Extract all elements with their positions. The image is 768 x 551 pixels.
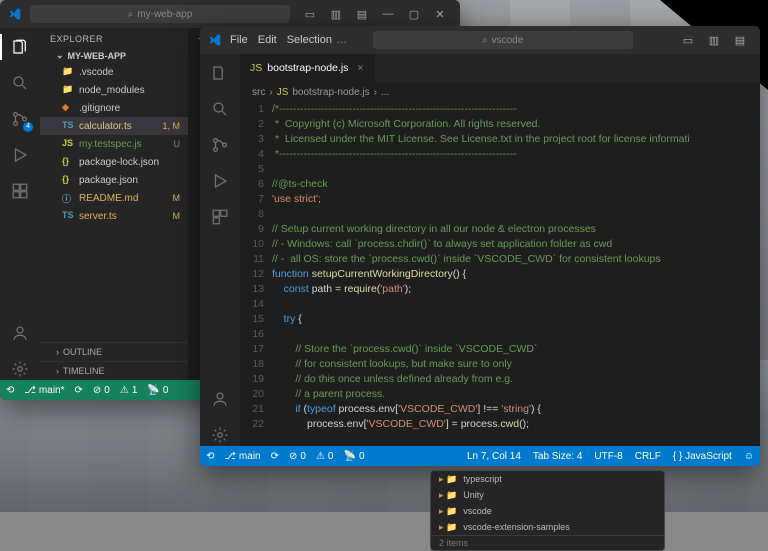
minimize-icon[interactable]: — <box>376 4 400 24</box>
list-item[interactable]: ▸ 📁Unity <box>431 487 664 503</box>
ports-indicator[interactable]: 📡 0 <box>147 385 168 396</box>
status-bar-2: ⟲ ⎇ main ⟳ ⊘ 0 ⚠ 0 📡 0 Ln 7, Col 14 Tab … <box>200 446 760 466</box>
maximize-icon[interactable]: ▢ <box>402 4 426 24</box>
breadcrumb[interactable]: src› JSbootstrap-node.js› ... <box>240 82 760 102</box>
layout-icon[interactable]: ▭ <box>676 30 700 50</box>
file-row[interactable]: TSserver.tsM <box>40 207 188 225</box>
debug-icon[interactable] <box>209 170 231 192</box>
popup-footer: 2 items <box>431 535 664 550</box>
vscode-icon <box>208 33 222 47</box>
menu-bar: File Edit Selection <box>230 34 332 46</box>
list-item[interactable]: ▸ 📁vscode-extension-samples <box>431 519 664 535</box>
file-row[interactable]: 📁.vscode <box>40 63 188 81</box>
scm-icon[interactable] <box>209 134 231 156</box>
layout-icon[interactable]: ▭ <box>298 4 322 24</box>
eol[interactable]: CRLF <box>635 451 661 462</box>
titlebar-1: ⌕my-web-app ▭ ▥ ▤ — ▢ ✕ <box>0 0 460 28</box>
menu-item[interactable]: File <box>230 34 248 46</box>
extensions-icon[interactable] <box>9 180 31 202</box>
titlebar-2: FileEditSelection … ⌕vscode ▭ ▥ ▤ <box>200 26 760 54</box>
explorer-icon[interactable] <box>209 62 231 84</box>
sync-indicator[interactable]: ⟳ <box>271 451 279 462</box>
encoding[interactable]: UTF-8 <box>594 451 622 462</box>
extensions-icon[interactable] <box>209 206 231 228</box>
vscode-icon <box>8 7 22 21</box>
layout-icon[interactable]: ▥ <box>324 4 348 24</box>
command-center-2[interactable]: ⌕vscode <box>373 31 633 49</box>
activity-bar-1: 4 <box>0 28 40 380</box>
close-icon[interactable]: ✕ <box>428 4 452 24</box>
language-mode[interactable]: { } JavaScript <box>673 451 732 462</box>
layout-icon[interactable]: ▥ <box>702 30 726 50</box>
editor-area-2: JSbootstrap-node.js× src› JSbootstrap-no… <box>240 54 760 446</box>
close-icon[interactable]: × <box>357 62 363 74</box>
branch-indicator[interactable]: ⎇ main <box>224 451 260 462</box>
layout-icon[interactable]: ▤ <box>350 4 374 24</box>
account-icon[interactable] <box>209 388 231 410</box>
file-row[interactable]: JSmy.testspec.jsU <box>40 135 188 153</box>
layout-icon[interactable]: ▤ <box>728 30 752 50</box>
scm-icon[interactable]: 4 <box>9 108 31 130</box>
warnings-indicator[interactable]: ⚠ 1 <box>120 385 138 396</box>
gear-icon[interactable] <box>209 424 231 446</box>
debug-icon[interactable] <box>9 144 31 166</box>
account-icon[interactable] <box>9 322 31 344</box>
errors-indicator[interactable]: ⊘ 0 <box>289 451 306 462</box>
list-item[interactable]: ▸ 📁vscode <box>431 503 664 519</box>
file-row[interactable]: ⓘREADME.mdM <box>40 189 188 207</box>
errors-indicator[interactable]: ⊘ 0 <box>93 385 110 396</box>
gutter: 12345678910111213141516171819202122 <box>240 102 272 446</box>
file-row[interactable]: ◆.gitignore <box>40 99 188 117</box>
warnings-indicator[interactable]: ⚠ 0 <box>316 451 334 462</box>
sync-indicator[interactable]: ⟳ <box>75 385 83 396</box>
search-icon[interactable] <box>209 98 231 120</box>
folder-popup: ▸ 📁typescript▸ 📁Unity▸ 📁vscode▸ 📁vscode-… <box>430 470 665 551</box>
explorer-icon[interactable] <box>9 36 31 58</box>
list-item[interactable]: ▸ 📁typescript <box>431 471 664 487</box>
editor-tab[interactable]: JSbootstrap-node.js× <box>240 54 375 82</box>
cursor-position[interactable]: Ln 7, Col 14 <box>467 451 521 462</box>
code-lines[interactable]: /*--------------------------------------… <box>272 102 760 446</box>
tab-size[interactable]: Tab Size: 4 <box>533 451 582 462</box>
file-row[interactable]: TScalculator.ts1, M <box>40 117 188 135</box>
outline-section[interactable]: ›OUTLINE <box>40 342 188 361</box>
file-row[interactable]: 📁node_modules <box>40 81 188 99</box>
search-icon[interactable] <box>9 72 31 94</box>
file-row[interactable]: {}package.json <box>40 171 188 189</box>
menu-item[interactable]: Edit <box>258 34 277 46</box>
branch-indicator[interactable]: ⎇ main* <box>24 385 64 396</box>
activity-bar-2 <box>200 54 240 446</box>
remote-indicator[interactable]: ⟲ <box>206 451 214 462</box>
timeline-section[interactable]: ›TIMELINE <box>40 361 188 380</box>
feedback-icon[interactable]: ☺ <box>744 451 754 462</box>
command-center-1[interactable]: ⌕my-web-app <box>30 5 290 23</box>
gear-icon[interactable] <box>9 358 31 380</box>
project-header[interactable]: ⌄MY-WEB-APP <box>40 48 188 63</box>
remote-indicator[interactable]: ⟲ <box>6 385 14 396</box>
menu-item[interactable]: Selection <box>287 34 332 46</box>
explorer-title: EXPLORER <box>40 28 188 48</box>
explorer-sidebar: EXPLORER ⌄MY-WEB-APP 📁.vscode📁node_modul… <box>40 28 188 380</box>
vscode-window-2: FileEditSelection … ⌕vscode ▭ ▥ ▤ JSboot… <box>200 26 760 466</box>
ports-indicator[interactable]: 📡 0 <box>343 451 364 462</box>
file-row[interactable]: {}package-lock.json <box>40 153 188 171</box>
